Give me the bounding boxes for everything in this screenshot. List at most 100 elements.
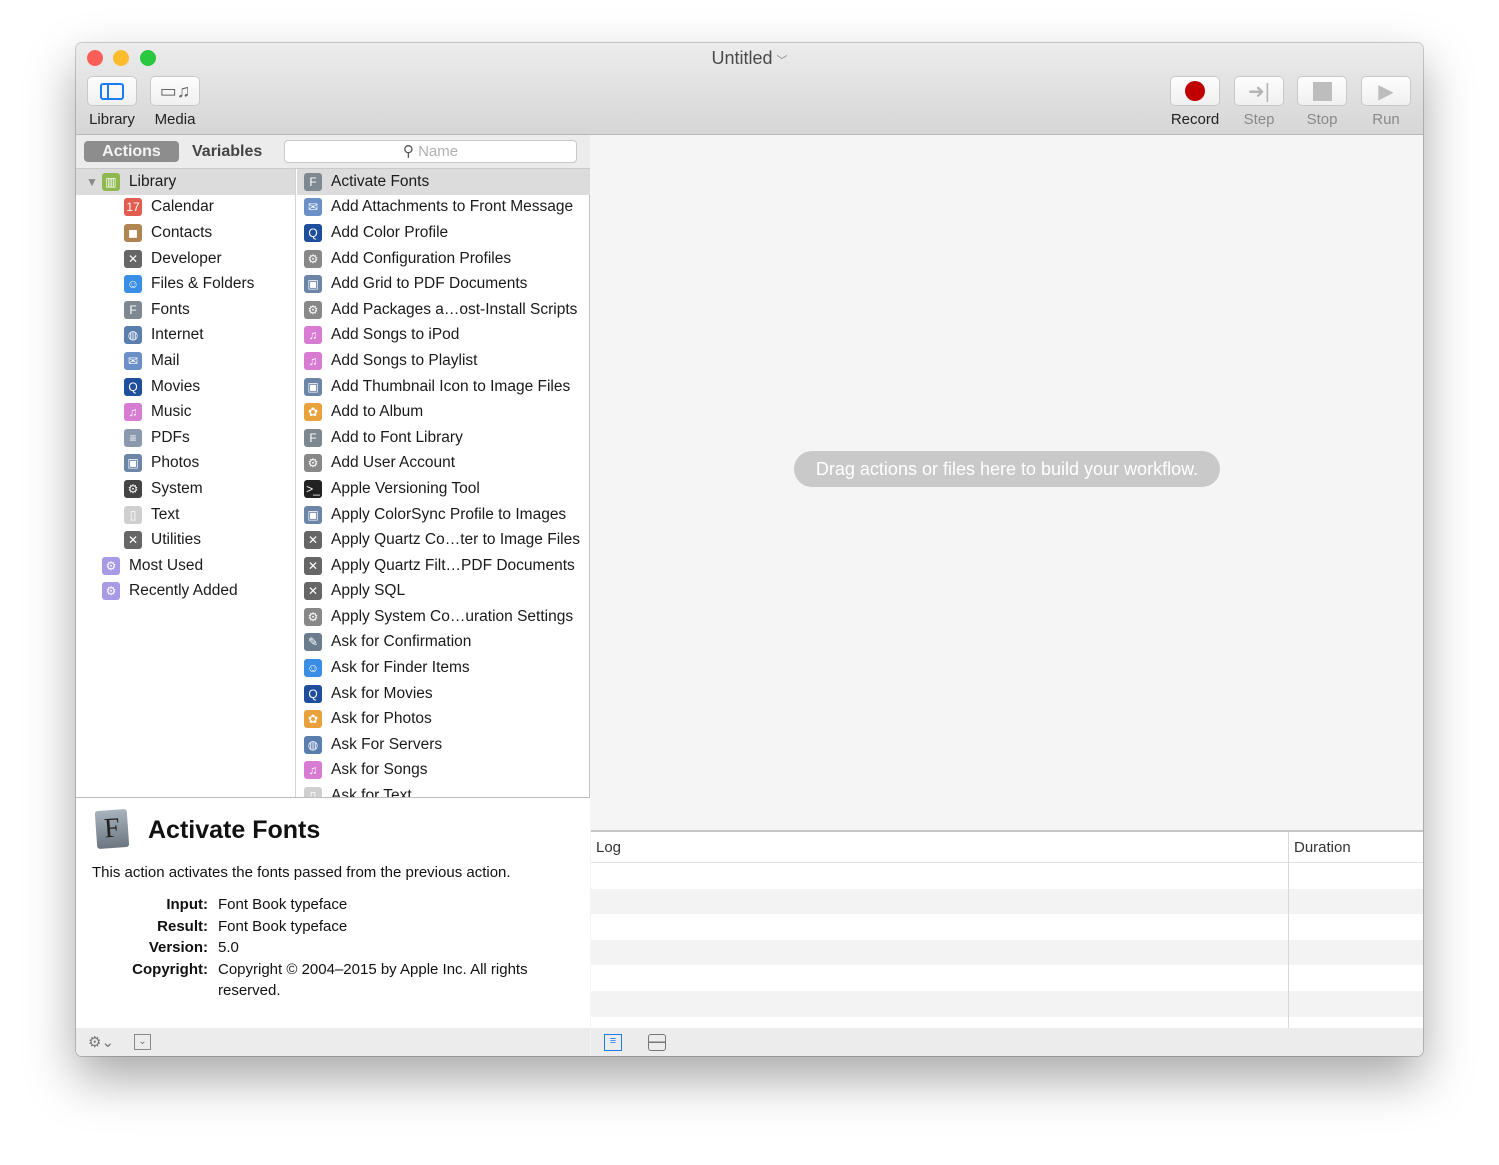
- action-item[interactable]: ✿ Ask for Photos: [297, 706, 590, 732]
- description-text: This action activates the fonts passed f…: [92, 864, 511, 881]
- action-item[interactable]: Q Add Color Profile: [297, 220, 590, 246]
- automator-window: Untitled ﹀ Library ▭♫ Media Record ➜| Ste…: [76, 43, 1423, 1056]
- action-item[interactable]: ▣ Apply ColorSync Profile to Images: [297, 502, 590, 528]
- action-item[interactable]: ✎ Ask for Confirmation: [297, 630, 590, 656]
- action-item[interactable]: ⚙ Add Configuration Profiles: [297, 246, 590, 272]
- window-title[interactable]: Untitled ﹀: [76, 48, 1423, 69]
- action-item[interactable]: ✉ Add Attachments to Front Message: [297, 195, 590, 221]
- action-item[interactable]: ▣ Add Grid to PDF Documents: [297, 271, 590, 297]
- record-button[interactable]: Record: [1170, 76, 1220, 128]
- action-item[interactable]: F Add to Font Library: [297, 425, 590, 451]
- action-label: Apply ColorSync Profile to Images: [331, 505, 567, 523]
- action-label: Apple Versioning Tool: [331, 479, 480, 497]
- action-icon: ♫: [304, 351, 322, 370]
- variables-view-icon[interactable]: [648, 1034, 666, 1051]
- sidebar-item-fonts[interactable]: F Fonts: [76, 297, 295, 323]
- action-item[interactable]: ♫ Ask for Songs: [297, 758, 590, 784]
- system-icon: ⚙: [124, 479, 142, 498]
- tab-variables[interactable]: Variables: [182, 141, 272, 162]
- action-label: Activate Fonts: [331, 172, 430, 190]
- media-button[interactable]: ▭♫ Media: [150, 76, 200, 128]
- library-footer: ⚙︎⌄ ⌄: [76, 1028, 590, 1056]
- duration-column-header[interactable]: Duration: [1294, 839, 1351, 856]
- category-label: System: [151, 479, 203, 497]
- mail-icon: ✉: [124, 351, 142, 370]
- log-header: Log Duration: [591, 832, 1423, 863]
- sidebar-item-files-folders[interactable]: ☺ Files & Folders: [76, 271, 295, 297]
- sidebar-item-contacts[interactable]: ◼ Contacts: [76, 220, 295, 246]
- sidebar-item-most-used[interactable]: ⚙ Most Used: [76, 553, 295, 579]
- category-label: Fonts: [151, 300, 190, 318]
- action-label: Ask for Text: [331, 787, 412, 797]
- log-list-view-icon[interactable]: ≡: [604, 1034, 622, 1051]
- action-icon: ✎: [304, 633, 322, 652]
- action-label: Add to Album: [331, 403, 424, 421]
- library-tabs: Actions Variables ⚲ Name: [76, 135, 590, 169]
- action-item[interactable]: ✿ Add to Album: [297, 399, 590, 425]
- action-icon: >_: [304, 479, 322, 498]
- action-label: Apply System Co…uration Settings: [331, 607, 574, 625]
- workflow-area[interactable]: Drag actions or files here to build your…: [591, 135, 1423, 830]
- category-list: ▼ ▥ Library 17 Calendar ◼ Contacts ✕ Developer ☺ F…: [76, 169, 296, 797]
- action-item[interactable]: ✕ Apply Quartz Filt…PDF Documents: [297, 553, 590, 579]
- description-field: Copyright: Copyright © 2004–2015 by Apple…: [76, 959, 568, 1002]
- sidebar-item-music[interactable]: ♫ Music: [76, 399, 295, 425]
- action-icon: ☺: [304, 659, 322, 678]
- action-item[interactable]: ♫ Add Songs to iPod: [297, 323, 590, 349]
- sidebar-item-library[interactable]: ▼ ▥ Library: [76, 169, 295, 195]
- action-item[interactable]: ▣ Add Thumbnail Icon to Image Files: [297, 374, 590, 400]
- record-icon: [1185, 81, 1205, 101]
- field-key: Input:: [166, 896, 208, 913]
- search-input[interactable]: ⚲ Name: [284, 140, 577, 163]
- log-column-header[interactable]: Log: [596, 839, 621, 856]
- sidebar-item-mail[interactable]: ✉ Mail: [76, 348, 295, 374]
- sidebar-item-calendar[interactable]: 17 Calendar: [76, 195, 295, 221]
- action-item[interactable]: ♫ Add Songs to Playlist: [297, 348, 590, 374]
- sidebar-item-developer[interactable]: ✕ Developer: [76, 246, 295, 272]
- action-label: Apply Quartz Co…ter to Image Files: [331, 531, 580, 549]
- description-title: Activate Fonts: [148, 816, 321, 844]
- action-item[interactable]: ◍ Ask For Servers: [297, 732, 590, 758]
- action-item[interactable]: ⚙ Add Packages a…ost-Install Scripts: [297, 297, 590, 323]
- sidebar-item-recently-added[interactable]: ⚙ Recently Added: [76, 579, 295, 605]
- stop-button[interactable]: Stop: [1297, 76, 1347, 128]
- action-label: Add User Account: [331, 454, 456, 472]
- action-item[interactable]: ☺ Ask for Finder Items: [297, 655, 590, 681]
- tools-icon: ✕: [124, 249, 142, 268]
- sidebar-item-system[interactable]: ⚙ System: [76, 476, 295, 502]
- action-item[interactable]: ⚙ Apply System Co…uration Settings: [297, 604, 590, 630]
- step-button[interactable]: ➜| Step: [1234, 76, 1284, 128]
- sidebar-item-internet[interactable]: ◍ Internet: [76, 323, 295, 349]
- sidebar-item-pdfs[interactable]: ≡ PDFs: [76, 425, 295, 451]
- search-placeholder: Name: [418, 143, 459, 160]
- sidebar-item-text[interactable]: ▯ Text: [76, 502, 295, 528]
- disclosure-triangle-icon[interactable]: ▼: [86, 175, 98, 189]
- gear-menu-icon[interactable]: ⚙︎⌄: [88, 1033, 114, 1051]
- log-table: Log Duration: [591, 830, 1423, 1030]
- sidebar-item-movies[interactable]: Q Movies: [76, 374, 295, 400]
- category-label: Library: [128, 172, 177, 190]
- music-icon: ♫: [124, 403, 142, 422]
- action-item[interactable]: ✕ Apply SQL: [297, 579, 590, 605]
- action-item[interactable]: ⚙ Add User Account: [297, 451, 590, 477]
- tab-actions[interactable]: Actions: [84, 141, 179, 162]
- action-icon: F: [304, 428, 322, 447]
- library-button[interactable]: Library: [87, 76, 137, 128]
- sidebar-item-photos[interactable]: ▣ Photos: [76, 451, 295, 477]
- toggle-description-icon[interactable]: ⌄: [134, 1034, 151, 1050]
- action-item[interactable]: >_ Apple Versioning Tool: [297, 476, 590, 502]
- category-label: Developer: [151, 249, 222, 267]
- sidebar-item-utilities[interactable]: ✕ Utilities: [76, 527, 295, 553]
- field-value: Copyright © 2004–2015 by Apple Inc. All …: [218, 960, 528, 1000]
- action-label: Add to Font Library: [331, 428, 463, 446]
- action-item[interactable]: ✕ Apply Quartz Co…ter to Image Files: [297, 527, 590, 553]
- category-label: Music: [151, 403, 192, 421]
- action-item[interactable]: Q Ask for Movies: [297, 681, 590, 707]
- contacts-icon: ◼: [124, 223, 142, 242]
- action-icon: ✕: [304, 531, 322, 550]
- title-toolbar: Untitled ﹀ Library ▭♫ Media Record ➜| Ste…: [76, 43, 1423, 135]
- run-button[interactable]: ▶ Run: [1361, 76, 1411, 128]
- action-item[interactable]: F Activate Fonts: [297, 169, 590, 195]
- action-icon: ⚙: [304, 249, 322, 268]
- action-item[interactable]: ▯ Ask for Text: [297, 783, 590, 797]
